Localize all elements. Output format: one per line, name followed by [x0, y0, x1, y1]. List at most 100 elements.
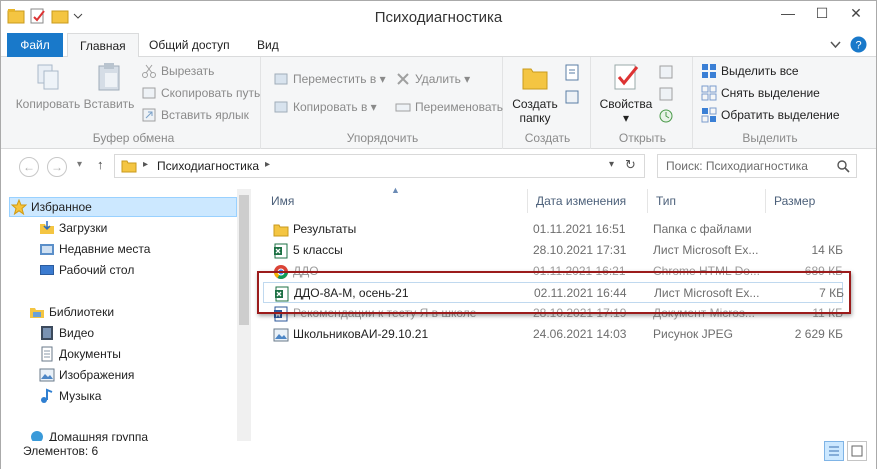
documents-icon — [41, 346, 53, 362]
tab-share[interactable]: Общий доступ — [137, 33, 242, 57]
file-row[interactable]: ШкольниковАИ-29.10.21 24.06.2021 14:03 Р… — [263, 324, 843, 345]
music-icon — [41, 388, 53, 403]
nav-scrollbar[interactable] — [237, 189, 251, 441]
column-header-size[interactable]: Размер — [766, 189, 846, 213]
up-button[interactable]: ↑ — [97, 157, 104, 172]
chevron-right-icon[interactable]: ▸ — [265, 159, 270, 170]
file-date: 24.06.2021 14:03 — [533, 327, 627, 341]
column-header-date[interactable]: Дата изменения — [528, 189, 648, 213]
clipboard-group: Копировать Вставить Вырезать Скопировать… — [7, 57, 261, 149]
homegroup-icon — [31, 431, 43, 441]
annotation-highlight-box — [257, 271, 851, 314]
copy-path-button[interactable]: Скопировать путь — [141, 83, 260, 103]
invert-selection-button[interactable]: Обратить выделение — [701, 105, 840, 125]
file-name: Результаты — [293, 222, 357, 236]
recent-places-icon — [40, 244, 54, 255]
select-group: Выделить все Снять выделение Обратить вы… — [695, 57, 845, 149]
organize-group: Переместить в ▾ Копировать в ▾ Удалить ▾… — [263, 57, 503, 149]
explorer-window: Психодиагностика — ☐ ✕ Файл Главная Общи… — [0, 0, 877, 469]
excel-icon — [274, 243, 288, 259]
search-icon — [837, 160, 850, 173]
paste-shortcut-button[interactable]: Вставить ярлык — [141, 105, 249, 125]
address-path[interactable]: Психодиагностика — [157, 159, 259, 173]
back-button[interactable]: ← — [19, 157, 39, 177]
file-size: 2 629 КБ — [794, 327, 843, 341]
open-icon[interactable] — [657, 63, 675, 81]
file-type: Папка с файлами — [653, 222, 752, 236]
move-to-icon — [274, 73, 288, 85]
large-icons-view-icon — [851, 445, 863, 457]
file-size: 14 КБ — [811, 243, 843, 257]
file-type: Лист Microsoft Ex... — [653, 243, 759, 257]
folder-icon — [121, 160, 137, 173]
images-icon — [39, 368, 55, 382]
cut-button[interactable]: Вырезать — [141, 61, 214, 81]
edit-icon[interactable] — [657, 85, 675, 103]
copy-to-icon — [274, 101, 288, 113]
title-bar: Психодиагностика — ☐ ✕ — [1, 1, 876, 33]
move-to-button[interactable]: Переместить в ▾ — [273, 69, 386, 89]
chevron-down-icon[interactable]: ▾ — [609, 159, 614, 170]
paste-button[interactable]: Вставить — [83, 61, 135, 111]
refresh-icon[interactable]: ↻ — [625, 157, 636, 173]
downloads-icon — [40, 221, 54, 234]
new-folder-button[interactable]: Создать папку — [509, 61, 561, 125]
delete-button[interactable]: Удалить ▾ — [395, 69, 470, 89]
copy-to-button[interactable]: Копировать в ▾ — [273, 97, 377, 117]
file-date: 28.10.2021 17:31 — [533, 243, 627, 257]
rename-icon — [395, 103, 411, 112]
star-icon — [11, 199, 27, 215]
minimize-icon[interactable]: — — [773, 1, 803, 25]
large-icons-view-button[interactable] — [847, 441, 867, 461]
nav-scrollbar-thumb[interactable] — [239, 195, 249, 325]
file-name: ШкольниковАИ-29.10.21 — [293, 327, 429, 341]
copy-path-icon — [142, 87, 156, 99]
file-row[interactable]: Результаты 01.11.2021 16:51 Папка с файл… — [263, 219, 843, 240]
maximize-icon[interactable]: ☐ — [807, 1, 837, 25]
chevron-right-icon[interactable]: ▸ — [143, 159, 148, 170]
image-icon — [273, 328, 289, 342]
tab-home[interactable]: Главная — [67, 33, 139, 58]
create-group-label: Создать — [524, 131, 571, 145]
properties-icon — [614, 64, 639, 90]
delete-icon — [397, 73, 409, 85]
copy-button[interactable]: Копировать — [15, 61, 81, 111]
organize-group-label: Упорядочить — [346, 131, 419, 145]
details-view-button[interactable] — [824, 441, 844, 461]
items-count: Элементов: 6 — [23, 444, 99, 458]
select-none-icon — [701, 85, 717, 101]
properties-button[interactable]: Свойства ▾ — [597, 61, 655, 125]
invert-selection-icon — [701, 107, 717, 123]
close-icon[interactable]: ✕ — [841, 1, 871, 25]
details-view-icon — [829, 446, 839, 456]
recent-dropdown-icon[interactable]: ▾ — [77, 159, 82, 170]
column-header-name[interactable]: Имя — [263, 189, 528, 213]
forward-button[interactable]: → — [47, 157, 67, 177]
ribbon-tabs: Файл Главная Общий доступ Вид ? — [1, 33, 876, 58]
select-group-label: Выделить — [742, 131, 798, 145]
file-row[interactable]: 5 классы 28.10.2021 17:31 Лист Microsoft… — [263, 240, 843, 261]
address-bar[interactable]: ▸ Психодиагностика ▸ ▾ ↻ — [114, 154, 645, 178]
svg-text:?: ? — [855, 40, 861, 52]
column-header-type[interactable]: Тип — [648, 189, 766, 213]
rename-button[interactable]: Переименовать — [395, 97, 503, 117]
search-input[interactable]: Поиск: Психодиагностика — [657, 154, 857, 178]
shortcut-icon — [142, 108, 156, 122]
history-icon[interactable] — [657, 107, 675, 125]
chevron-down-icon[interactable] — [827, 36, 844, 53]
open-group-label: Открыть — [618, 131, 667, 145]
file-date: 01.11.2021 16:51 — [533, 222, 626, 236]
file-list: ▲ Имя Дата изменения Тип Размер Результа… — [263, 185, 863, 441]
help-icon[interactable]: ? — [850, 36, 867, 53]
new-item-icon[interactable] — [563, 63, 583, 83]
copy-icon — [37, 64, 59, 90]
select-all-button[interactable]: Выделить все — [701, 61, 799, 81]
paste-icon — [98, 63, 120, 91]
scissors-icon — [142, 64, 156, 78]
new-folder-icon — [522, 68, 548, 90]
tab-file[interactable]: Файл — [7, 33, 63, 57]
libraries-icon — [30, 308, 44, 318]
select-none-button[interactable]: Снять выделение — [701, 83, 820, 103]
easy-access-icon[interactable] — [563, 87, 583, 107]
tab-view[interactable]: Вид — [245, 33, 291, 57]
